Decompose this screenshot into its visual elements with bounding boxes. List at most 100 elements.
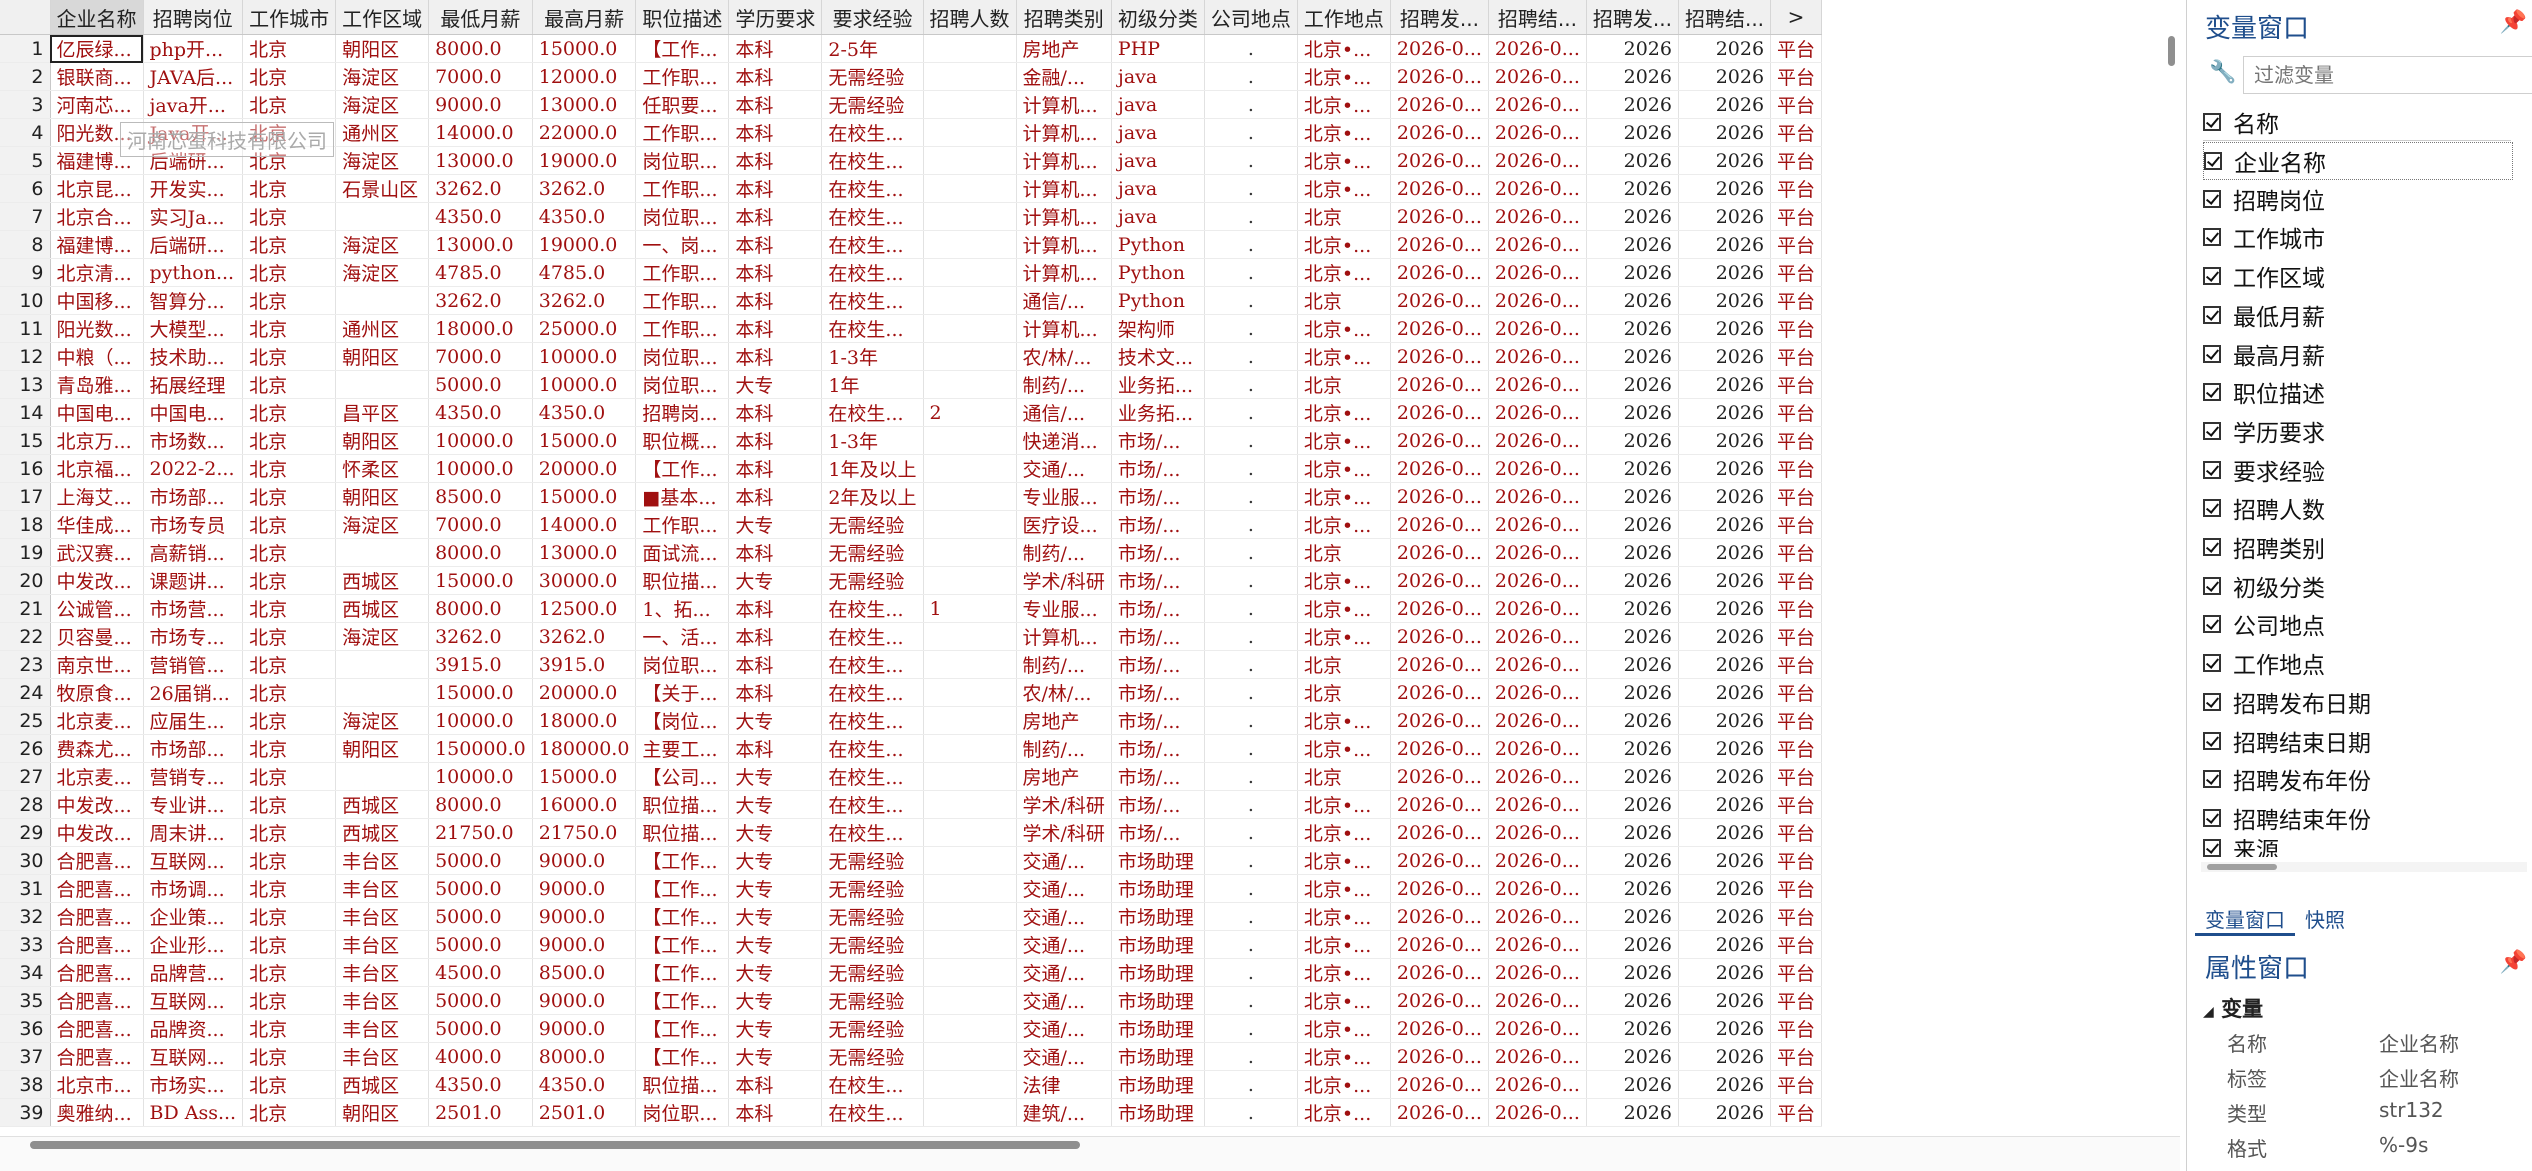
table-cell[interactable]: 海淀区 bbox=[335, 90, 430, 119]
table-cell[interactable]: 2026 bbox=[1678, 62, 1772, 91]
table-cell[interactable]: 北京 bbox=[242, 398, 337, 427]
table-cell[interactable]: 北京 bbox=[242, 762, 337, 791]
table-cell[interactable]: 2026-0... bbox=[1390, 874, 1489, 903]
table-cell[interactable]: 本科 bbox=[728, 538, 823, 567]
table-cell[interactable]: Python bbox=[1111, 286, 1205, 315]
table-cell[interactable]: 学术/科研 bbox=[1016, 566, 1112, 595]
table-cell[interactable]: 北京•... bbox=[1297, 230, 1391, 259]
table-cell[interactable]: 市场/... bbox=[1111, 762, 1205, 791]
table-cell[interactable]: 本科 bbox=[728, 398, 823, 427]
table-cell[interactable]: 主要工... bbox=[635, 734, 730, 763]
column-header[interactable]: 工作城市 bbox=[242, 0, 337, 35]
table-cell[interactable]: 大专 bbox=[728, 790, 823, 819]
table-cell[interactable]: 2026-0... bbox=[1390, 1042, 1489, 1071]
table-cell[interactable]: 市场/... bbox=[1111, 454, 1205, 483]
table-cell[interactable]: 【工作... bbox=[635, 1014, 730, 1043]
table-cell[interactable]: 2026 bbox=[1678, 118, 1772, 147]
table-cell[interactable]: 大专 bbox=[728, 958, 823, 987]
table-row[interactable]: 21 公诚管... 市场营... 北京 西城区 8000.0 12500.0 1、拓... 本科… bbox=[0, 594, 1823, 623]
table-cell[interactable]: 2026-0... bbox=[1488, 90, 1587, 119]
table-cell[interactable]: 9000.0 bbox=[532, 1014, 637, 1043]
table-cell[interactable]: 平台 bbox=[1770, 90, 1823, 119]
table-cell[interactable]: . bbox=[1204, 90, 1298, 119]
table-cell[interactable]: 交通/... bbox=[1016, 846, 1112, 875]
table-cell[interactable]: 河南芯... bbox=[50, 90, 144, 119]
table-cell[interactable]: 通信/... bbox=[1016, 398, 1112, 427]
row-number[interactable]: 39 bbox=[0, 1098, 51, 1127]
table-cell[interactable]: 2026 bbox=[1678, 370, 1772, 399]
variable-item[interactable]: 招聘结束年份 bbox=[2203, 800, 2511, 836]
column-header[interactable]: 工作地点 bbox=[1297, 0, 1391, 35]
table-cell[interactable]: 北京 bbox=[242, 874, 337, 903]
select-all-checkbox[interactable] bbox=[2203, 113, 2221, 131]
table-cell[interactable]: 1年 bbox=[821, 370, 924, 399]
variable-checkbox[interactable] bbox=[2203, 654, 2221, 673]
row-number[interactable]: 31 bbox=[0, 874, 51, 903]
table-row[interactable]: 9 北京清... python... 北京 海淀区 4785.0 4785.0 工作职... 本… bbox=[0, 258, 1823, 287]
table-cell[interactable]: 4785.0 bbox=[532, 258, 637, 287]
table-cell[interactable]: 2026 bbox=[1678, 174, 1772, 203]
row-number[interactable]: 34 bbox=[0, 958, 51, 987]
table-cell[interactable]: 大专 bbox=[728, 1014, 823, 1043]
table-cell[interactable] bbox=[923, 286, 1017, 315]
table-cell[interactable]: 4350.0 bbox=[532, 398, 637, 427]
table-cell[interactable]: 业务拓... bbox=[1111, 398, 1205, 427]
table-cell[interactable]: 后端研... bbox=[143, 230, 244, 259]
table-cell[interactable]: 12500.0 bbox=[532, 594, 637, 623]
table-cell[interactable]: 5000.0 bbox=[428, 846, 533, 875]
table-cell[interactable]: . bbox=[1204, 202, 1298, 231]
table-cell[interactable] bbox=[923, 342, 1017, 371]
variable-checkbox[interactable] bbox=[2203, 615, 2221, 634]
table-cell[interactable]: 10000.0 bbox=[428, 454, 533, 483]
table-cell[interactable]: 岗位职... bbox=[635, 146, 730, 175]
table-cell[interactable]: 25000.0 bbox=[532, 314, 637, 343]
table-cell[interactable]: 无需经验 bbox=[821, 510, 924, 539]
table-cell[interactable]: 制药/... bbox=[1016, 734, 1112, 763]
table-cell[interactable]: 合肥喜... bbox=[50, 874, 144, 903]
table-cell[interactable]: 市场助理 bbox=[1111, 1070, 1205, 1099]
table-cell[interactable]: 2026 bbox=[1586, 258, 1679, 287]
table-cell[interactable]: 在校生... bbox=[821, 678, 924, 707]
table-cell[interactable]: 2026-0... bbox=[1390, 958, 1489, 987]
table-cell[interactable]: 4350.0 bbox=[532, 202, 637, 231]
table-cell[interactable] bbox=[923, 846, 1017, 875]
table-cell[interactable]: 2026-0... bbox=[1488, 426, 1587, 455]
table-cell[interactable]: 9000.0 bbox=[532, 846, 637, 875]
table-cell[interactable]: 北京 bbox=[242, 34, 337, 63]
table-cell[interactable]: 北京 bbox=[242, 790, 337, 819]
row-number[interactable]: 20 bbox=[0, 566, 51, 595]
table-cell[interactable]: 银联商... bbox=[50, 62, 144, 91]
table-cell[interactable]: 8000.0 bbox=[428, 538, 533, 567]
table-cell[interactable]: 2026 bbox=[1678, 398, 1772, 427]
variable-checkbox[interactable] bbox=[2203, 808, 2221, 827]
table-cell[interactable]: 14000.0 bbox=[532, 510, 637, 539]
table-cell[interactable]: 无需经验 bbox=[821, 930, 924, 959]
column-header[interactable]: 职位描述 bbox=[635, 0, 730, 35]
table-cell[interactable]: 本科 bbox=[728, 62, 823, 91]
table-cell[interactable]: . bbox=[1204, 174, 1298, 203]
table-cell[interactable]: java bbox=[1111, 118, 1205, 147]
table-row[interactable]: 28 中发改... 专业讲... 北京 西城区 8000.0 16000.0 职位描... 大专… bbox=[0, 790, 1823, 819]
table-cell[interactable]: 本科 bbox=[728, 230, 823, 259]
table-cell[interactable] bbox=[923, 370, 1017, 399]
table-cell[interactable]: 平台 bbox=[1770, 202, 1823, 231]
table-cell[interactable]: 市场/... bbox=[1111, 426, 1205, 455]
table-cell[interactable]: 市场助理 bbox=[1111, 958, 1205, 987]
table-cell[interactable]: 2026 bbox=[1678, 286, 1772, 315]
table-cell[interactable]: 8000.0 bbox=[428, 594, 533, 623]
table-cell[interactable]: 北京•... bbox=[1297, 818, 1391, 847]
table-cell[interactable]: 职位描... bbox=[635, 790, 730, 819]
row-number[interactable]: 21 bbox=[0, 594, 51, 623]
table-cell[interactable]: 通州区 bbox=[335, 118, 430, 147]
table-cell[interactable]: 3262.0 bbox=[428, 286, 533, 315]
table-cell[interactable]: 3262.0 bbox=[532, 286, 637, 315]
table-cell[interactable]: 在校生... bbox=[821, 650, 924, 679]
table-cell[interactable]: 岗位职... bbox=[635, 342, 730, 371]
table-cell[interactable]: 计算机... bbox=[1016, 174, 1112, 203]
table-cell[interactable]: 平台 bbox=[1770, 174, 1823, 203]
table-cell[interactable] bbox=[335, 370, 430, 399]
table-cell[interactable]: . bbox=[1204, 930, 1298, 959]
table-row[interactable]: 25 北京麦... 应届生... 北京 海淀区 10000.0 18000.0 【岗位... 大… bbox=[0, 706, 1823, 735]
variable-checkbox[interactable] bbox=[2203, 267, 2221, 286]
table-cell[interactable]: 150000.0 bbox=[428, 734, 533, 763]
